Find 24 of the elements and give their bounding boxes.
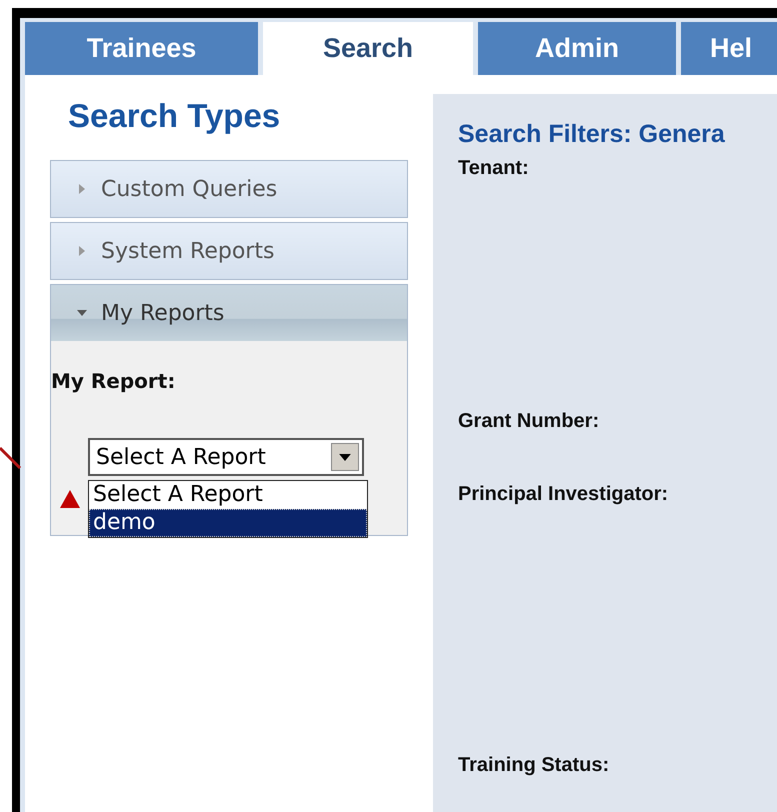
sidebar-title: Search Types	[67, 96, 282, 136]
annotation-line	[0, 446, 22, 470]
tab[interactable]: Admin	[478, 22, 676, 75]
section-title: Search Filters: Genera	[458, 120, 726, 149]
tab[interactable]: Trainees	[25, 22, 258, 75]
accordion-header[interactable]: System Reports	[51, 223, 407, 279]
filter-label: Grant Number:	[458, 409, 600, 433]
caret-right-icon	[77, 184, 87, 194]
accordion-header[interactable]: Custom Queries	[51, 161, 407, 217]
field-label: My Report:	[51, 369, 176, 393]
filter-label: Principal Investigator:	[458, 482, 670, 506]
dropdown-option[interactable]: Select A Report	[89, 481, 367, 509]
caret-right-icon	[77, 246, 87, 256]
report-select[interactable]: Select A Report	[88, 438, 364, 476]
tab[interactable]: Search	[263, 22, 473, 75]
caret-down-icon	[77, 308, 87, 318]
filter-label: Tenant:	[458, 156, 530, 180]
dropdown-option[interactable]: demo	[89, 509, 367, 537]
filter-label: Training Status:	[458, 753, 610, 777]
caret-down-icon	[339, 454, 351, 460]
arrow-icon	[60, 490, 80, 508]
tab[interactable]: Hel	[681, 22, 777, 75]
dropdown-button[interactable]	[331, 443, 359, 471]
accordion-header[interactable]: My Reports	[51, 285, 407, 341]
